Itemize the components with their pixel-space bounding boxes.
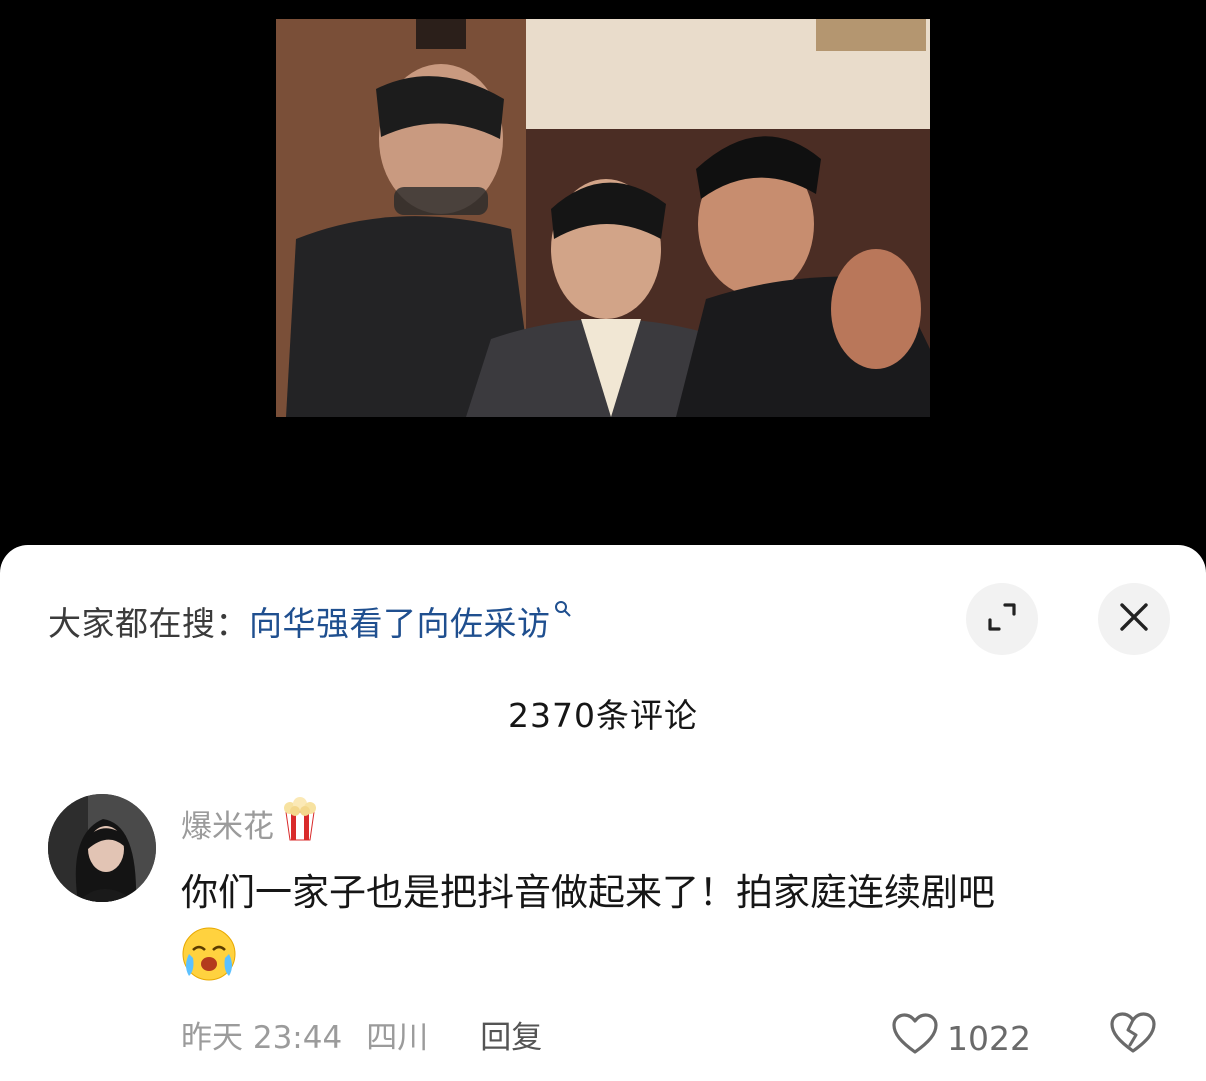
comment-username-row: 爆米花 — [181, 796, 320, 850]
close-button[interactable] — [1098, 583, 1170, 655]
photo-illustration — [276, 19, 930, 417]
comment-time: 昨天 23:44 — [181, 1020, 343, 1056]
popcorn-icon — [280, 796, 320, 850]
broken-heart-icon — [1109, 1011, 1157, 1059]
comment-text: 你们一家子也是把抖音做起来了！拍家庭连续剧吧 — [181, 871, 995, 914]
close-icon — [1118, 601, 1150, 637]
video-player[interactable] — [0, 0, 1206, 560]
expand-icon — [985, 600, 1019, 638]
comment-item: 爆米花 你们一家子也是把抖音做起来了！拍家庭连续剧吧 昨天 23:44 四川 回… — [48, 790, 1178, 1070]
trending-search-prefix: 大家都在搜： — [48, 604, 249, 643]
comment-meta: 昨天 23:44 四川 回复 — [181, 1012, 542, 1057]
search-icon — [553, 599, 573, 624]
comment-username[interactable]: 爆米花 — [181, 801, 274, 846]
dislike-button[interactable] — [1108, 1010, 1158, 1060]
trending-search-query[interactable]: 向华强看了向佐采访 — [249, 597, 551, 645]
heart-icon — [891, 1012, 939, 1064]
comment-location: 四川 — [366, 1020, 429, 1056]
reply-button[interactable]: 回复 — [480, 1012, 542, 1057]
crying-laughing-emoji — [181, 926, 237, 1003]
comment-body: 你们一家子也是把抖音做起来了！拍家庭连续剧吧 — [181, 860, 1166, 1003]
expand-button[interactable] — [966, 583, 1038, 655]
comments-panel: 大家都在搜： 向华强看了向佐采访 2370条评论 爆米花 你们一家子也是把抖音做… — [0, 545, 1206, 1081]
like-count: 1022 — [947, 1018, 1031, 1058]
like-button[interactable]: 1022 — [891, 1012, 1031, 1064]
avatar[interactable] — [48, 794, 156, 902]
trending-search-bar[interactable]: 大家都在搜： 向华强看了向佐采访 — [48, 599, 573, 643]
comment-count-title: 2370条评论 — [508, 696, 698, 735]
video-frame-photo — [276, 19, 930, 417]
